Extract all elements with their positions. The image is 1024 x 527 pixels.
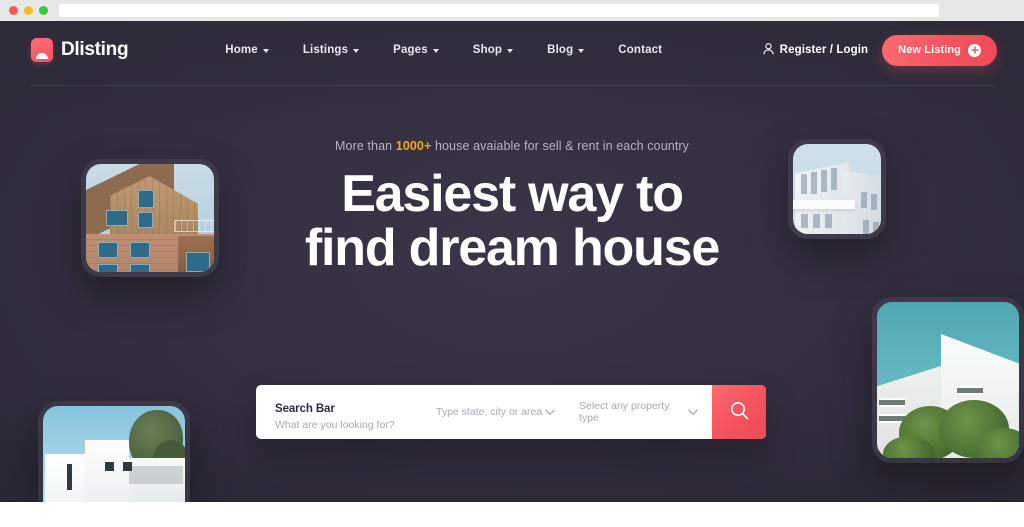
register-login-link[interactable]: Register / Login	[763, 42, 869, 58]
browser-chrome	[0, 0, 1024, 21]
nav-item-contact-label: Contact	[618, 44, 663, 56]
hero-eyebrow-before: More than	[335, 139, 396, 153]
hero-section: Dlisting Home Listings Pages Shop Blog C…	[0, 21, 1024, 502]
brand-name: Dlisting	[61, 39, 129, 60]
close-window-button[interactable]	[9, 6, 18, 15]
nav-item-pages[interactable]: Pages	[376, 44, 456, 56]
chevron-down-icon	[353, 48, 360, 53]
search-property-type-select[interactable]: Select any property type	[569, 385, 712, 439]
hero-eyebrow: More than 1000+ house avaiable for sell …	[335, 139, 689, 153]
user-icon	[763, 42, 774, 58]
search-location-placeholder: Type state, city or area	[436, 406, 543, 418]
header-divider	[30, 85, 995, 86]
nav-item-listings[interactable]: Listings	[286, 44, 376, 56]
below-fold-area	[0, 502, 1024, 527]
nav-item-shop[interactable]: Shop	[456, 44, 530, 56]
chevron-down-icon	[507, 48, 514, 53]
hero-eyebrow-after: house avaiable for sell & rent in each c…	[431, 139, 689, 153]
minimize-window-button[interactable]	[24, 6, 33, 15]
header-actions: Register / Login New Listing	[763, 34, 997, 66]
maximize-window-button[interactable]	[39, 6, 48, 15]
nav-item-blog-label: Blog	[547, 44, 574, 56]
main-navigation: Home Listings Pages Shop Blog Contact	[208, 44, 679, 56]
site-header: Dlisting Home Listings Pages Shop Blog C…	[0, 21, 1024, 79]
nav-item-contact[interactable]: Contact	[601, 44, 679, 56]
search-keyword-placeholder: What are you looking for?	[275, 418, 395, 431]
nav-item-blog[interactable]: Blog	[530, 44, 601, 56]
search-submit-button[interactable]	[712, 385, 766, 439]
hero-eyebrow-highlight: 1000+	[395, 139, 432, 153]
chevron-down-icon	[578, 48, 585, 53]
register-login-label: Register / Login	[779, 44, 869, 56]
new-listing-label: New Listing	[898, 44, 961, 56]
search-property-type-placeholder: Select any property type	[579, 400, 670, 424]
nav-item-pages-label: Pages	[393, 44, 428, 56]
chevron-down-icon	[262, 48, 269, 53]
page-title: Easiest way to find dream house	[304, 165, 720, 277]
search-location-select[interactable]: Type state, city or area	[426, 385, 569, 439]
nav-item-shop-label: Shop	[472, 44, 503, 56]
nav-item-home-label: Home	[225, 44, 258, 56]
chevron-down-icon	[688, 403, 698, 421]
brand-logo[interactable]: Dlisting	[31, 38, 129, 62]
home-arch-icon	[31, 38, 53, 62]
nav-item-home[interactable]: Home	[208, 44, 286, 56]
url-input[interactable]	[59, 4, 939, 17]
search-keyword-field[interactable]: Search Bar What are you looking for?	[256, 385, 426, 439]
property-search-bar: Search Bar What are you looking for? Typ…	[256, 385, 766, 439]
chevron-down-icon	[545, 403, 555, 421]
window-traffic-lights	[9, 6, 48, 15]
search-keyword-label: Search Bar	[275, 402, 335, 415]
nav-item-listings-label: Listings	[302, 44, 349, 56]
search-icon	[730, 401, 749, 423]
chevron-down-icon	[432, 48, 439, 53]
plus-circle-icon	[968, 43, 981, 57]
new-listing-button[interactable]: New Listing	[882, 34, 997, 66]
